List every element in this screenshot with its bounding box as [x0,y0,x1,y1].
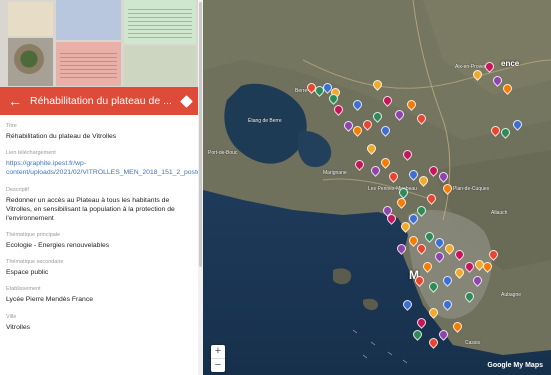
map-place-label: Marignane [323,170,347,176]
field-label: Titre [6,123,17,129]
field-label: Ville [6,313,17,320]
field-label: Descriptif [6,186,29,193]
field-label: Lien téléchargement [6,150,56,157]
zoom-out-button[interactable]: − [211,359,225,372]
scrollbar-thumb[interactable] [199,2,202,267]
field-value: Redonner un accès au Plateau à tous les … [6,196,175,222]
poster-plant-image [14,44,44,74]
poster-block [56,0,121,40]
field-value: Lycée Pierre Mendès France [6,296,94,304]
field-value: Espace public [6,269,49,277]
poster-photo [8,2,53,36]
field-city: Ville Vitrolles [0,314,198,332]
field-school: Etablissement Lycée Pierre Mendès France [0,286,198,304]
field-secondary-theme: Thématique secondaire Espace public [0,259,198,277]
map-place-label: Les Pennes-Mirabeau [368,186,417,192]
back-arrow-icon[interactable]: ← [0,87,30,115]
map-place-label: Cassis [465,340,481,346]
field-label: Etablissement [6,286,41,293]
poster-text [60,50,117,80]
map-place-label: Étang de Berre [248,118,282,124]
field-main-theme: Thématique principale Ecologie - Energie… [0,232,198,250]
field-label: Thématique secondaire [6,259,64,266]
field-label: Thématique principale [6,232,61,239]
field-value: Vitrolles [6,323,31,331]
google-my-maps-logo: Google My Maps [487,362,543,369]
map-place-label: Allauch [491,210,508,216]
field-download-link: Lien téléchargement https://graphite.ipe… [0,150,203,177]
poster-block [124,46,196,86]
poster-text [128,6,192,40]
city-label-aix: ence [501,59,520,68]
map-canvas[interactable]: Aix-en-Provence Étang de Berre Berre-l'É… [203,0,551,375]
download-link[interactable]: https://graphite.ipest.fr/wp-content/upl… [6,159,203,177]
field-title: Titre Réhabilitation du plateau de Vitro… [0,123,198,141]
field-value: Ecologie - Energies renouvelables [6,242,110,250]
zoom-in-button[interactable]: + [211,345,225,358]
info-panel: ← Réhabilitation du plateau de ... Titre… [0,0,203,375]
field-description: Descriptif Redonner un accès au Plateau … [0,187,198,224]
zoom-controls: + − [211,345,225,372]
feature-titlebar: ← Réhabilitation du plateau de ... [0,87,198,115]
map-place-label: Aubagne [501,292,522,298]
directions-icon[interactable] [174,87,198,115]
poster-thumbnail[interactable] [0,0,198,87]
map-place-label: Plan-de-Cuques [453,186,490,192]
field-value: Réhabilitation du plateau de Vitrolles [6,133,117,140]
feature-title: Réhabilitation du plateau de ... [30,95,172,107]
map-place-label: Port-de-Bouc [208,150,238,156]
feature-fields: Titre Réhabilitation du plateau de Vitro… [0,123,203,341]
